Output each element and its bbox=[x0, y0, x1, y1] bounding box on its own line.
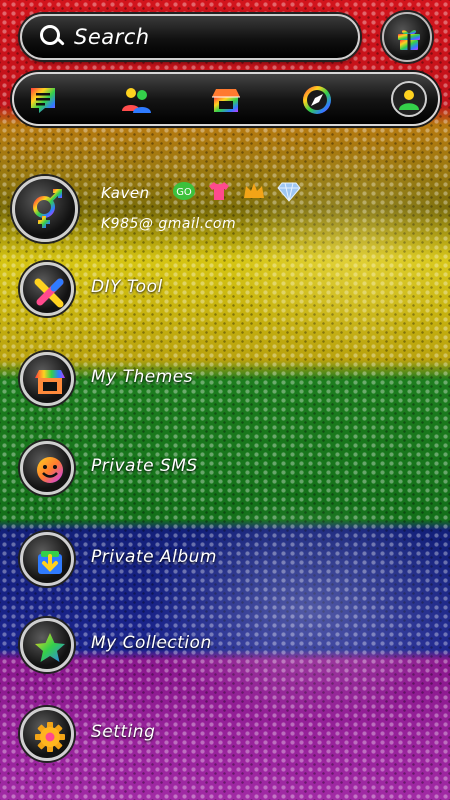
menu-item-private-sms[interactable]: Private SMS bbox=[20, 441, 320, 497]
top-toolbar bbox=[12, 72, 440, 126]
gender-symbol-icon bbox=[33, 189, 62, 228]
gear-icon bbox=[35, 722, 65, 752]
tshirt-icon[interactable] bbox=[207, 180, 231, 202]
search-icon bbox=[38, 23, 66, 51]
menu-label: Private Album bbox=[91, 547, 217, 567]
menu-label: DIY Tool bbox=[91, 277, 163, 297]
menu-icon-circle bbox=[20, 532, 74, 586]
menu-icon-circle bbox=[20, 352, 74, 406]
avatar-icon[interactable] bbox=[390, 80, 428, 118]
gift-button[interactable] bbox=[382, 12, 432, 62]
diy-tool-icon bbox=[34, 278, 64, 308]
private-album-icon bbox=[38, 551, 62, 574]
menu-label: Private SMS bbox=[91, 456, 198, 476]
profile-name: Kaven bbox=[101, 184, 150, 202]
menu-item-my-collection[interactable]: My Collection bbox=[20, 618, 320, 674]
menu-icon-circle bbox=[20, 262, 74, 316]
search-bar[interactable]: Search bbox=[20, 14, 360, 60]
svg-text:GO: GO bbox=[176, 187, 192, 198]
message-list-icon[interactable] bbox=[26, 83, 60, 117]
private-sms-icon bbox=[37, 457, 63, 483]
star-icon bbox=[35, 633, 65, 662]
menu-icon-circle bbox=[20, 441, 74, 495]
menu-label: Setting bbox=[91, 722, 156, 742]
menu-icon-circle bbox=[20, 707, 74, 761]
themes-store-icon bbox=[35, 370, 65, 394]
compass-icon[interactable] bbox=[300, 83, 334, 117]
crown-icon[interactable] bbox=[242, 180, 266, 202]
menu-label: My Collection bbox=[91, 633, 212, 653]
menu-label: My Themes bbox=[91, 367, 194, 387]
menu-item-diy-tool[interactable]: DIY Tool bbox=[20, 262, 320, 318]
menu-item-setting[interactable]: Setting bbox=[20, 707, 320, 763]
profile-avatar[interactable] bbox=[12, 176, 78, 242]
diamond-icon[interactable] bbox=[277, 180, 301, 202]
contacts-icon[interactable] bbox=[119, 83, 153, 117]
search-label: Search bbox=[74, 25, 150, 49]
go-badge-icon[interactable]: GO bbox=[172, 180, 196, 202]
gift-icon bbox=[398, 30, 420, 50]
menu-icon-circle bbox=[20, 618, 74, 672]
profile-email: K985@ gmail.com bbox=[101, 216, 237, 232]
store-icon[interactable] bbox=[209, 83, 243, 117]
menu-item-private-album[interactable]: Private Album bbox=[20, 532, 320, 588]
menu-item-my-themes[interactable]: My Themes bbox=[20, 352, 320, 408]
